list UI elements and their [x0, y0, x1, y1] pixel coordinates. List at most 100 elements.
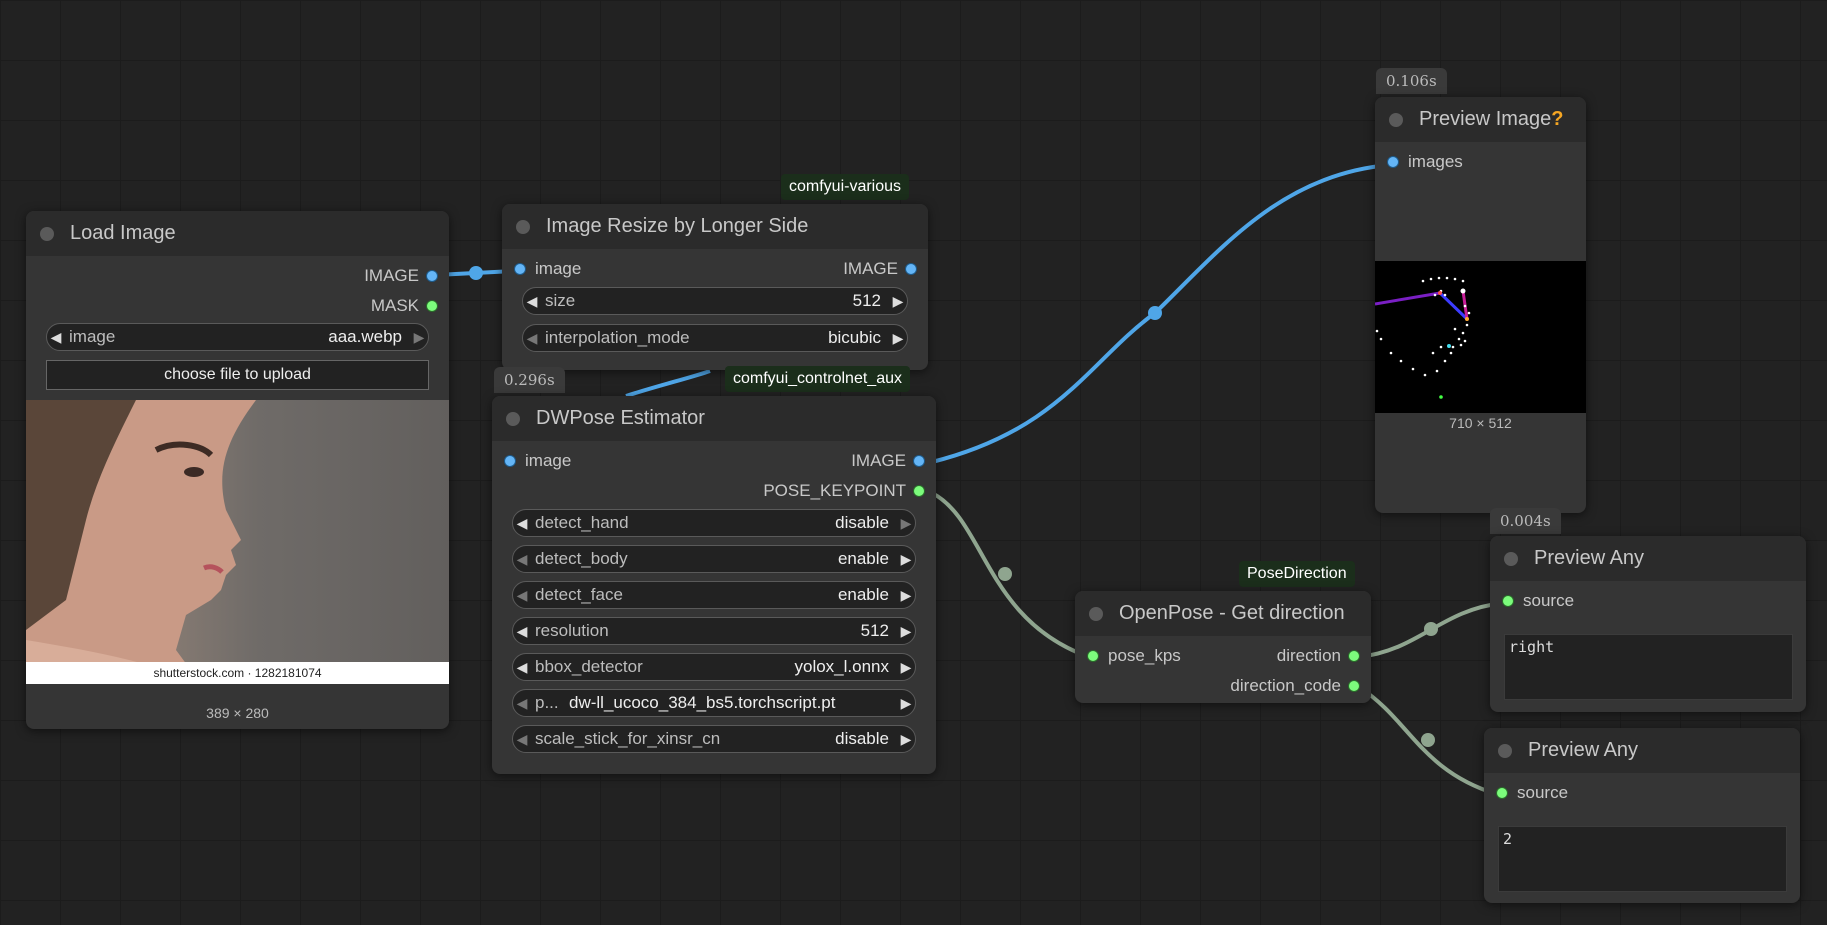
link-midpoint [1424, 622, 1438, 636]
input-slot-images[interactable] [1388, 157, 1398, 167]
arrow-right-icon[interactable]: ▶ [897, 695, 915, 712]
output-label: POSE_KEYPOINT [763, 481, 906, 500]
node-dwpose-estimator[interactable]: DWPose Estimator image IMAGE POSE_KEYPOI… [492, 396, 936, 774]
input-label: source [1517, 783, 1569, 802]
input-slot-source[interactable] [1503, 596, 1513, 606]
node-title-bar[interactable]: DWPose Estimator [492, 396, 936, 441]
io-row: source [1490, 586, 1806, 616]
output-slot-image[interactable] [914, 456, 924, 466]
widget-detect-body[interactable]: ◀ detect_body enable ▶ [512, 545, 916, 573]
widget-pose-estimator[interactable]: ◀ p... dw-ll_ucoco_384_bs5.torchscript.p… [512, 689, 916, 717]
node-title: Preview Any [1528, 739, 1639, 761]
widget-bbox-detector[interactable]: ◀ bbox_detector yolox_l.onnx ▶ [512, 653, 916, 681]
arrow-left-icon[interactable]: ◀ [523, 293, 541, 310]
output-slot-image[interactable] [906, 264, 916, 274]
node-title: Load Image [70, 222, 176, 244]
input-slot-image[interactable] [505, 456, 515, 466]
arrow-left-icon[interactable]: ◀ [513, 659, 531, 676]
upload-button[interactable]: choose file to upload [46, 360, 429, 390]
widget-detect-face[interactable]: ◀ detect_face enable ▶ [512, 581, 916, 609]
node-openpose-direction[interactable]: OpenPose - Get direction pose_kps direct… [1075, 591, 1371, 703]
widget-label: scale_stick_for_xinsr_cn [535, 729, 721, 748]
arrow-right-icon[interactable]: ▶ [889, 330, 907, 347]
execution-time: 0.004s [1490, 508, 1561, 534]
widget-label: size [545, 291, 576, 310]
widget-interpolation-mode[interactable]: ◀ interpolation_mode bicubic ▶ [522, 324, 908, 352]
collapse-dot-icon[interactable] [516, 219, 530, 234]
arrow-left-icon[interactable]: ◀ [523, 330, 541, 347]
output-slot-direction[interactable] [1349, 651, 1359, 661]
link-midpoint [469, 266, 483, 280]
widget-scale-stick[interactable]: ◀ scale_stick_for_xinsr_cn disable ▶ [512, 725, 916, 753]
node-source-badge: comfyui_controlnet_aux [725, 366, 910, 392]
output-label: IMAGE [364, 266, 419, 285]
output-slot-mask[interactable] [427, 301, 437, 311]
output-label: direction_code [1230, 676, 1341, 695]
node-title: DWPose Estimator [536, 407, 705, 429]
arrow-right-icon[interactable]: ▶ [897, 515, 915, 532]
arrow-left-icon[interactable]: ◀ [513, 731, 531, 748]
input-label: image [525, 451, 572, 470]
node-image-resize[interactable]: Image Resize by Longer Side image IMAGE … [502, 204, 928, 370]
pose-skeleton-illustration [1375, 276, 1471, 399]
collapse-dot-icon[interactable] [506, 411, 520, 426]
collapse-dot-icon[interactable] [40, 226, 54, 241]
arrow-left-icon[interactable]: ◀ [513, 623, 531, 640]
widget-value: 512 [852, 291, 881, 310]
preview-photo: shutterstock.com · 1282181074 [26, 400, 449, 684]
node-title-bar[interactable]: Preview Any [1484, 728, 1800, 773]
output-slot-image[interactable] [427, 271, 437, 281]
widget-detect-hand[interactable]: ◀ detect_hand disable ▶ [512, 509, 916, 537]
link-midpoint [1148, 306, 1162, 320]
input-slot-source[interactable] [1497, 788, 1507, 798]
node-title-bar[interactable]: OpenPose - Get direction [1075, 591, 1371, 636]
link-dwpose-to-preview [931, 163, 1390, 464]
arrow-left-icon[interactable]: ◀ [513, 587, 531, 604]
node-load-image[interactable]: Load Image IMAGE MASK ◀ image aaa.webp ▶… [26, 211, 449, 729]
widget-value: enable [837, 585, 889, 604]
collapse-dot-icon[interactable] [1504, 551, 1518, 566]
arrow-right-icon[interactable]: ▶ [897, 623, 915, 640]
arrow-left-icon[interactable]: ◀ [513, 695, 531, 712]
collapse-dot-icon[interactable] [1498, 743, 1512, 758]
link-pose-to-direction [931, 491, 1090, 659]
graph-canvas[interactable]: Load Image IMAGE MASK ◀ image aaa.webp ▶… [0, 0, 1827, 925]
arrow-left-icon[interactable]: ◀ [47, 329, 65, 346]
arrow-right-icon[interactable]: ▶ [897, 731, 915, 748]
output-slot-direction-code[interactable] [1349, 681, 1359, 691]
preview-text-output[interactable]: right [1504, 634, 1793, 700]
node-title-bar[interactable]: Preview Any [1490, 536, 1806, 581]
arrow-right-icon[interactable]: ▶ [897, 587, 915, 604]
execution-time: 0.296s [494, 367, 565, 393]
node-title-bar[interactable]: Image Resize by Longer Side [502, 204, 928, 249]
widget-size[interactable]: ◀ size 512 ▶ [522, 287, 908, 315]
link-direction-to-preview1 [1358, 601, 1504, 659]
node-title-bar[interactable]: Load Image [26, 211, 449, 256]
help-icon[interactable]: ? [1551, 108, 1563, 131]
arrow-left-icon[interactable]: ◀ [513, 515, 531, 532]
node-preview-image[interactable]: Preview Image ? images 710 × 512 [1375, 97, 1586, 513]
preview-text-output[interactable]: 2 [1498, 826, 1787, 892]
arrow-left-icon[interactable]: ◀ [513, 551, 531, 568]
io-row: POSE_KEYPOINT [492, 476, 936, 506]
node-source-badge: PoseDirection [1239, 561, 1355, 587]
widget-resolution[interactable]: ◀ resolution 512 ▶ [512, 617, 916, 645]
node-title: Image Resize by Longer Side [546, 215, 809, 237]
widget-image-select[interactable]: ◀ image aaa.webp ▶ [46, 323, 429, 351]
node-title-bar[interactable]: Preview Image ? [1375, 97, 1586, 142]
arrow-right-icon[interactable]: ▶ [897, 659, 915, 676]
output-label: IMAGE [851, 451, 906, 470]
arrow-right-icon[interactable]: ▶ [889, 293, 907, 310]
collapse-dot-icon[interactable] [1389, 112, 1403, 127]
output-row-image: IMAGE [26, 261, 449, 291]
widget-label: interpolation_mode [545, 328, 690, 347]
collapse-dot-icon[interactable] [1089, 606, 1103, 621]
io-row: image IMAGE [502, 254, 928, 284]
arrow-right-icon[interactable]: ▶ [897, 551, 915, 568]
node-preview-any-2[interactable]: Preview Any source 2 [1484, 728, 1800, 903]
input-slot-pose-kps[interactable] [1088, 651, 1098, 661]
output-slot-pose-keypoint[interactable] [914, 486, 924, 496]
input-slot-image[interactable] [515, 264, 525, 274]
node-preview-any-1[interactable]: Preview Any source right [1490, 536, 1806, 712]
arrow-right-icon[interactable]: ▶ [410, 329, 428, 346]
